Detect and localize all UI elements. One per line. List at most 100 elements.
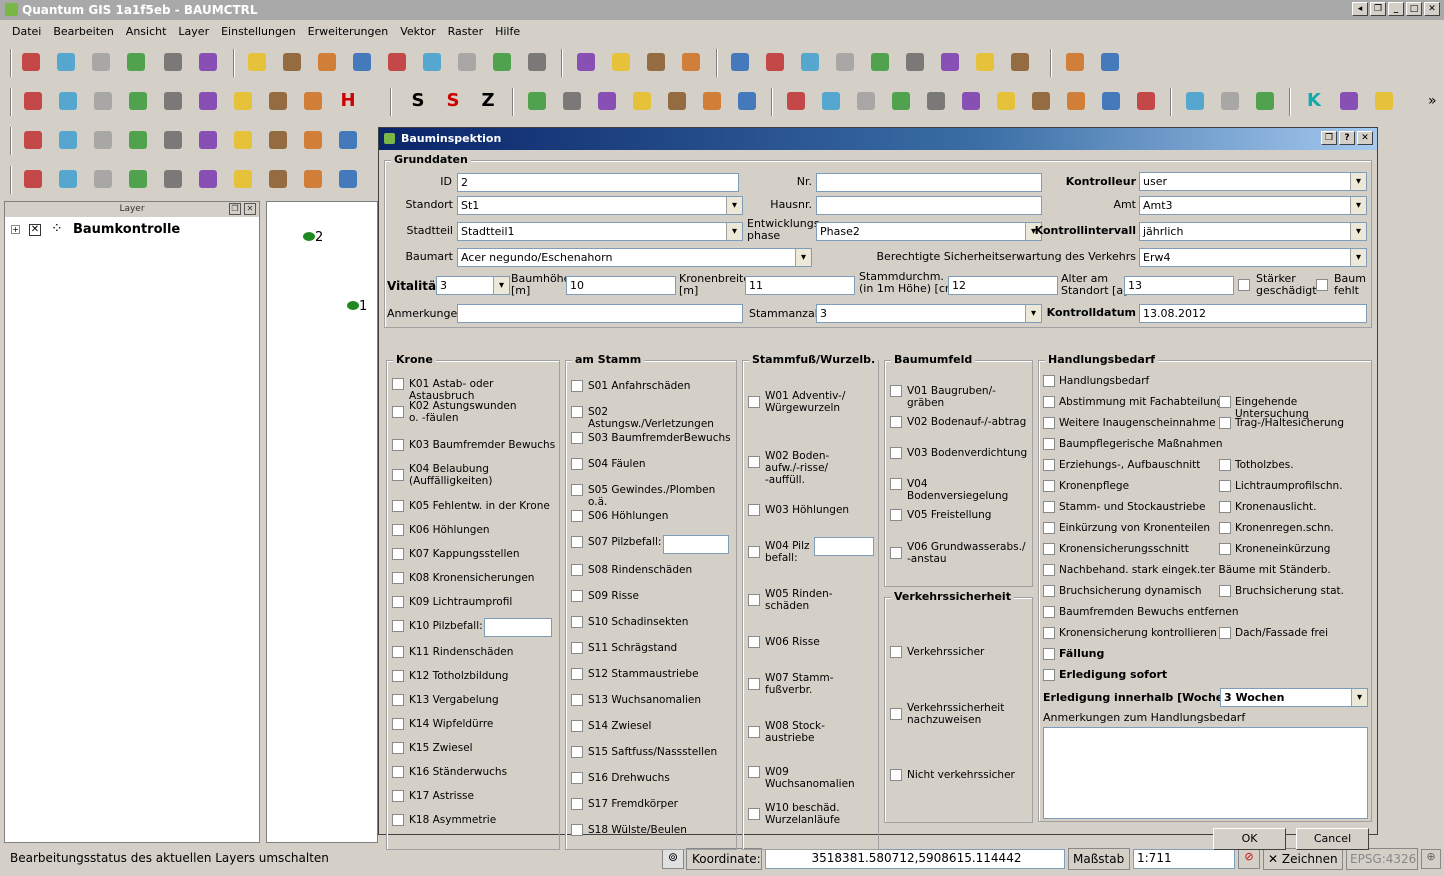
menu-datei[interactable]: Datei	[6, 25, 47, 38]
handlung-checkbox[interactable]	[1043, 438, 1055, 450]
tb1-tool-icon-24[interactable]	[867, 49, 893, 75]
tb1-tool-icon-22[interactable]	[797, 49, 823, 75]
stamm-checkbox[interactable]	[571, 432, 583, 444]
anmerkungen-field[interactable]	[457, 304, 743, 323]
stamm-checkbox[interactable]	[571, 458, 583, 470]
tb2-tool-icon-14[interactable]	[524, 88, 550, 114]
stadtteil-select[interactable]: Stadtteil1	[457, 222, 743, 241]
tb3-tool-icon-9[interactable]	[300, 127, 326, 153]
alter-field[interactable]: 13	[1124, 276, 1234, 295]
tb2-tool-icon-2[interactable]	[55, 88, 81, 114]
tb2-tool-icon-9[interactable]	[300, 88, 326, 114]
menu-bearbeiten[interactable]: Bearbeiten	[47, 25, 119, 38]
kontrolleur-select[interactable]: user	[1139, 172, 1367, 191]
tb1-tool-icon-12[interactable]	[419, 49, 445, 75]
stamm-checkbox[interactable]	[571, 824, 583, 836]
tb2-tool-icon-22[interactable]	[818, 88, 844, 114]
krone-pilzbefall-field[interactable]	[484, 618, 552, 637]
tb2-tool-icon-35[interactable]: K	[1301, 88, 1327, 114]
tb1-tool-icon-27[interactable]	[972, 49, 998, 75]
tb2-tool-icon-12[interactable]: S	[440, 88, 466, 114]
krone-checkbox[interactable]	[392, 814, 404, 826]
baumumfeld-checkbox[interactable]	[890, 447, 902, 459]
baumart-select[interactable]: Acer negundo/Eschenahorn	[457, 248, 812, 267]
layer-panel[interactable]: Layer ❐ ✕ + ✕ ⁘ Baumkontrolle	[4, 201, 260, 843]
handlung-checkbox[interactable]	[1043, 459, 1055, 471]
tb2-tool-icon-13[interactable]: Z	[475, 88, 501, 114]
handlung-right-checkbox[interactable]	[1219, 480, 1231, 492]
stamm-checkbox[interactable]	[571, 720, 583, 732]
stamm-checkbox[interactable]	[571, 694, 583, 706]
baumumfeld-checkbox[interactable]	[890, 416, 902, 428]
sicherheit-select[interactable]: Erw4	[1139, 248, 1367, 267]
krone-checkbox[interactable]	[392, 670, 404, 682]
dialog-close-icon[interactable]: ✕	[1357, 131, 1373, 145]
tb2-tool-icon-5[interactable]	[160, 88, 186, 114]
tb2-tool-icon-3[interactable]	[90, 88, 116, 114]
vitalitaet-select[interactable]: 3	[436, 276, 510, 295]
tb1-tool-icon-18[interactable]	[643, 49, 669, 75]
handlung-right-checkbox[interactable]	[1219, 543, 1231, 555]
amt-select[interactable]: Amt3	[1139, 196, 1367, 215]
krone-checkbox[interactable]	[392, 766, 404, 778]
close-button[interactable]: ✕	[1424, 2, 1440, 16]
tree-point[interactable]: 1	[347, 299, 367, 314]
stammfuss-checkbox[interactable]	[748, 636, 760, 648]
handlung-right-checkbox[interactable]	[1219, 501, 1231, 513]
stammanzahl-select[interactable]: 3	[816, 304, 1042, 323]
tb2-tool-icon-20[interactable]	[734, 88, 760, 114]
stamm-checkbox[interactable]	[571, 798, 583, 810]
stamm-checkbox[interactable]	[571, 590, 583, 602]
verkehr-checkbox[interactable]	[890, 646, 902, 658]
tb1-tool-icon-28[interactable]	[1007, 49, 1033, 75]
stamm-checkbox[interactable]	[571, 510, 583, 522]
tb1-tool-icon-4[interactable]	[123, 49, 149, 75]
tb2-tool-icon-32[interactable]	[1182, 88, 1208, 114]
krone-checkbox[interactable]	[392, 620, 404, 632]
scale-field[interactable]: 1:711	[1133, 849, 1235, 869]
stammfuss-checkbox[interactable]	[748, 504, 760, 516]
tb4-tool-icon-3[interactable]	[90, 166, 116, 192]
tb4-tool-icon-9[interactable]	[300, 166, 326, 192]
tb3-tool-icon-8[interactable]	[265, 127, 291, 153]
ok-button[interactable]: OK	[1213, 828, 1286, 850]
tb3-tool-icon-4[interactable]	[125, 127, 151, 153]
tb2-tool-icon-31[interactable]	[1133, 88, 1159, 114]
tb2-tool-icon-15[interactable]	[559, 88, 585, 114]
tb1-tool-icon-7[interactable]	[244, 49, 270, 75]
layer-tree-item[interactable]: + ✕ ⁘ Baumkontrolle	[5, 221, 259, 241]
krone-checkbox[interactable]	[392, 406, 404, 418]
layer-visibility-checkbox[interactable]: ✕	[29, 224, 41, 236]
krone-checkbox[interactable]	[392, 548, 404, 560]
menu-hilfe[interactable]: Hilfe	[489, 25, 526, 38]
cancel-button[interactable]: Cancel	[1296, 828, 1369, 850]
handlung-right-checkbox[interactable]	[1219, 522, 1231, 534]
menu-layer[interactable]: Layer	[172, 25, 215, 38]
maximize-button[interactable]: □	[1406, 2, 1422, 16]
nr-field[interactable]	[816, 173, 1042, 192]
tb3-tool-icon-5[interactable]	[160, 127, 186, 153]
erledigung-select[interactable]: 3 Wochen	[1220, 688, 1368, 707]
stop-rendering-icon[interactable]: ⊘	[1238, 849, 1260, 869]
render-toggle[interactable]: ✕ Zeichnen	[1263, 848, 1343, 870]
toolbar-overflow-icon[interactable]: »	[1428, 93, 1437, 109]
tb3-tool-icon-10[interactable]	[335, 127, 361, 153]
handlung-checkbox[interactable]	[1043, 522, 1055, 534]
tb2-tool-icon-6[interactable]	[195, 88, 221, 114]
krone-checkbox[interactable]	[392, 790, 404, 802]
tb2-tool-icon-4[interactable]	[125, 88, 151, 114]
handlung-checkbox[interactable]	[1043, 669, 1055, 681]
tb4-tool-icon-1[interactable]	[20, 166, 46, 192]
stamm-checkbox[interactable]	[571, 772, 583, 784]
tb1-tool-icon-5[interactable]	[160, 49, 186, 75]
baumumfeld-checkbox[interactable]	[890, 509, 902, 521]
tb2-tool-icon-1[interactable]	[20, 88, 46, 114]
standort-select[interactable]: St1	[457, 196, 743, 215]
menu-raster[interactable]: Raster	[442, 25, 489, 38]
stammfuss-checkbox[interactable]	[748, 808, 760, 820]
tb1-tool-icon-25[interactable]	[902, 49, 928, 75]
tb1-tool-icon-16[interactable]	[573, 49, 599, 75]
kontrolldatum-field[interactable]: 13.08.2012	[1139, 304, 1367, 323]
tb1-tool-icon-2[interactable]	[53, 49, 79, 75]
krone-checkbox[interactable]	[392, 524, 404, 536]
